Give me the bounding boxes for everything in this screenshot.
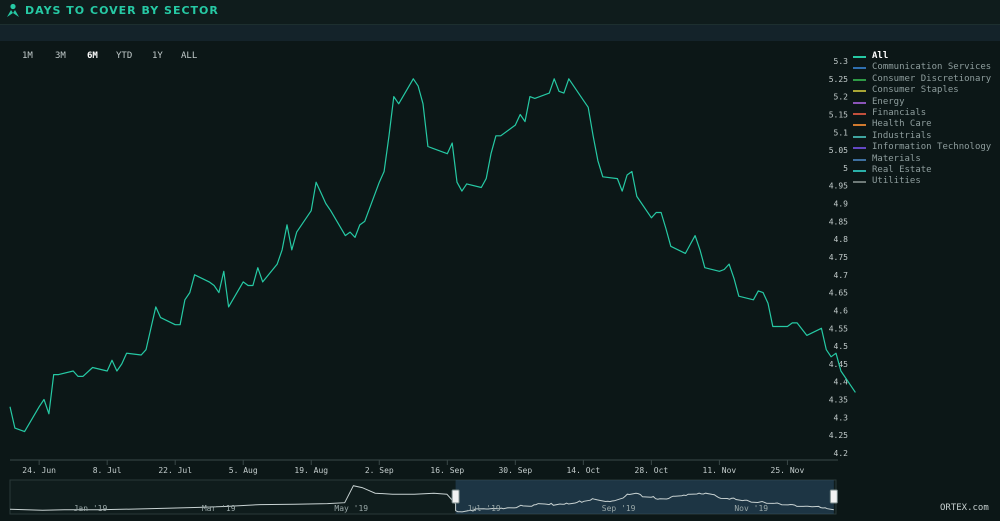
navigator-handle-right[interactable] — [829, 489, 838, 504]
y-tick-label: 5.1 — [834, 128, 849, 137]
series-line-all[interactable] — [9, 78, 856, 433]
y-tick-label: 5.05 — [829, 146, 848, 155]
legend-swatch — [853, 135, 866, 138]
x-tick-label: 5. Aug — [229, 466, 258, 475]
y-tick-label: 4.75 — [829, 253, 848, 262]
y-tick-label: 5 — [843, 164, 848, 173]
y-tick-label: 5.3 — [834, 57, 849, 66]
x-tick-label: 25. Nov — [771, 466, 805, 475]
y-tick-label: 5.15 — [829, 110, 848, 119]
legend-label: Information Technology — [872, 142, 992, 153]
navigator-tick-label: Mar '19 — [202, 504, 236, 513]
y-tick-label: 4.85 — [829, 217, 848, 226]
legend-swatch — [853, 90, 866, 93]
x-tick-label: 22. Jul — [158, 466, 192, 475]
x-tick-label: 30. Sep — [498, 466, 532, 475]
range-button-all[interactable]: ALL — [181, 51, 197, 61]
navigator-tick-label: Sep '19 — [602, 504, 636, 513]
x-tick-label: 11. Nov — [703, 466, 737, 475]
days-to-cover-chart[interactable]: 4.24.254.34.354.44.454.54.554.64.654.74.… — [0, 0, 1000, 521]
x-tick-label: 8. Jul — [93, 466, 122, 475]
y-tick-label: 4.6 — [834, 306, 849, 315]
range-button-1m[interactable]: 1M — [22, 51, 33, 61]
legend-swatch — [853, 158, 866, 161]
chart-credit: ORTEX.com — [940, 503, 989, 513]
x-tick-label: 24. Jun — [22, 466, 56, 475]
y-tick-label: 4.55 — [829, 324, 848, 333]
y-tick-label: 5.2 — [834, 93, 849, 102]
y-tick-label: 4.65 — [829, 289, 848, 298]
legend-swatch — [853, 124, 866, 127]
x-tick-label: 16. Sep — [430, 466, 464, 475]
y-tick-label: 4.9 — [834, 200, 849, 209]
navigator-tick-label: May '19 — [334, 504, 368, 513]
navigator-tick-label: Jan '19 — [74, 504, 108, 513]
legend-swatch — [853, 67, 866, 70]
y-tick-label: 4.2 — [834, 449, 849, 458]
legend-swatch — [853, 181, 866, 184]
y-tick-label: 4.25 — [829, 431, 848, 440]
range-button-ytd[interactable]: YTD — [116, 51, 132, 61]
navigator-tick-label: Jul '19 — [467, 504, 501, 513]
y-tick-label: 4.95 — [829, 182, 848, 191]
legend-swatch — [853, 147, 866, 150]
legend-label: Utilities — [872, 176, 921, 187]
legend-label: Communication Services — [872, 62, 992, 73]
x-tick-label: 19. Aug — [294, 466, 328, 475]
legend-label: Consumer Discretionary — [872, 73, 992, 84]
legend-swatch — [853, 56, 866, 58]
legend-swatch — [853, 112, 866, 115]
range-button-1y[interactable]: 1Y — [152, 51, 163, 61]
y-tick-label: 4.3 — [834, 413, 849, 422]
x-tick-label: 2. Sep — [365, 466, 394, 475]
y-tick-label: 4.5 — [834, 342, 849, 351]
navigator-handle-left[interactable] — [451, 489, 460, 504]
range-button-6m[interactable]: 6M — [87, 51, 98, 61]
legend-label: All — [872, 51, 889, 61]
legend-swatch — [853, 78, 866, 81]
x-tick-label: 28. Oct — [635, 466, 669, 475]
legend-label: Health Care — [872, 119, 932, 130]
legend-label: Real Estate — [872, 164, 932, 175]
legend-label: Industrials — [872, 130, 932, 141]
y-tick-label: 4.35 — [829, 396, 848, 405]
legend-label: Financials — [872, 107, 927, 118]
y-tick-label: 4.8 — [834, 235, 849, 244]
x-tick-label: 14. Oct — [566, 466, 600, 475]
legend-label: Materials — [872, 153, 921, 164]
legend-swatch — [853, 169, 866, 172]
y-tick-label: 5.25 — [829, 75, 848, 84]
y-tick-label: 4.7 — [834, 271, 849, 280]
range-button-3m[interactable]: 3M — [55, 51, 66, 61]
legend-label: Energy — [872, 96, 905, 107]
legend-swatch — [853, 101, 866, 104]
legend-label: Consumer Staples — [872, 85, 959, 96]
navigator-tick-label: Nov '19 — [734, 504, 768, 513]
